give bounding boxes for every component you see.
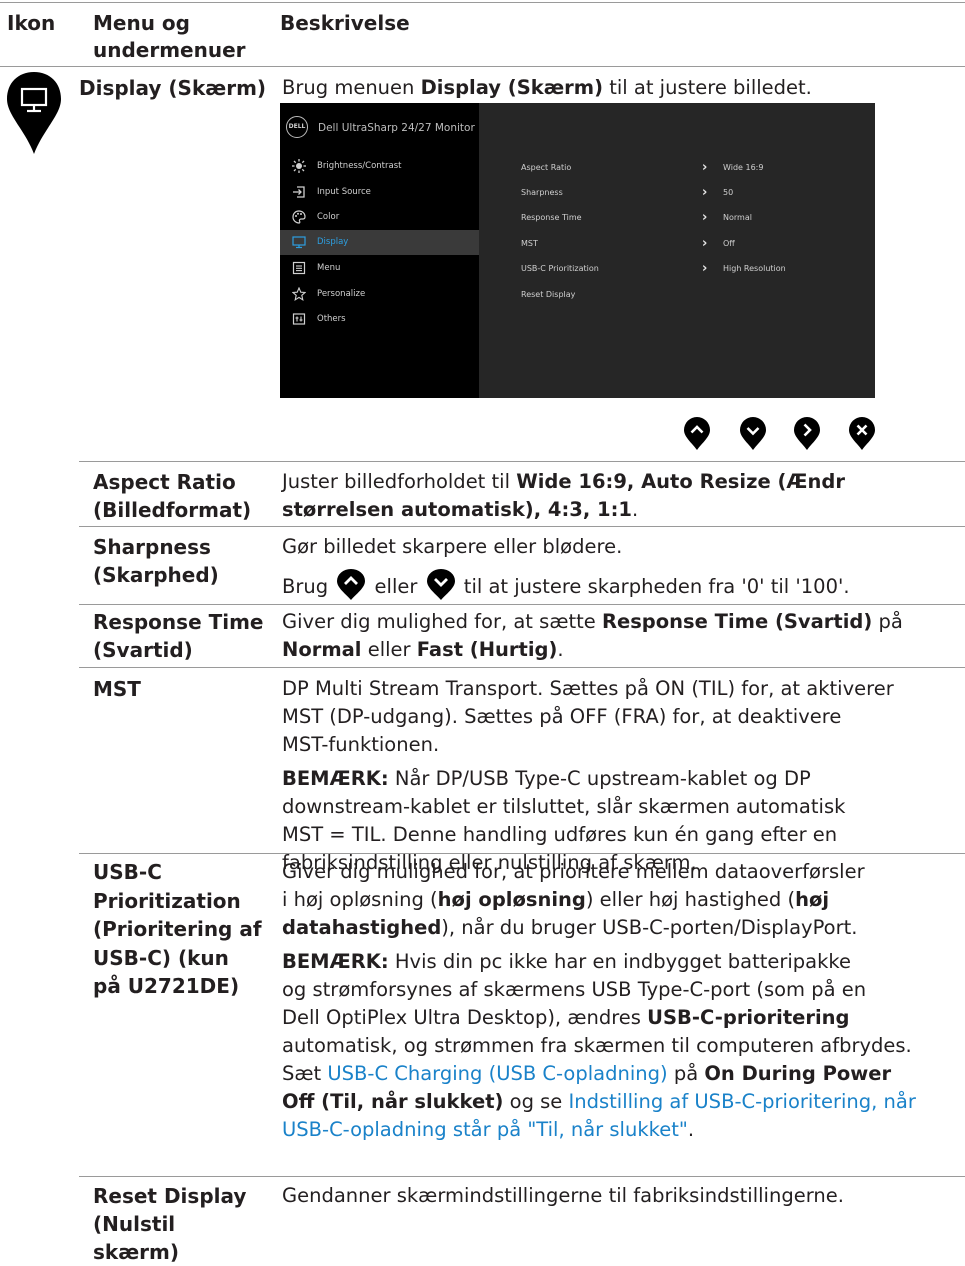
row-rule [79, 461, 965, 462]
header-menu-col-2: undermenuer [93, 38, 246, 62]
mst-description: DP Multi Stream Transport. Sættes på ON … [282, 677, 894, 874]
osd-option-sharpness[interactable]: Sharpness › 50 [521, 185, 733, 200]
dell-logo: DELL [286, 116, 308, 138]
chevron-right-icon: › [702, 236, 708, 251]
osd-option-response-time[interactable]: Response Time › Normal [521, 210, 752, 225]
row-rule [79, 853, 965, 854]
mst-label: MST [93, 677, 141, 701]
close-button-icon[interactable] [847, 417, 877, 451]
display-description: Brug menuen Display (Skærm) til at juste… [282, 76, 812, 99]
osd-option-usbc-prioritization[interactable]: USB-C Prioritization › High Resolution [521, 261, 786, 276]
star-icon [292, 287, 306, 301]
up-button-icon[interactable] [682, 417, 712, 451]
chevron-right-icon: › [702, 185, 708, 200]
row-rule [79, 667, 965, 668]
osd-item-color[interactable]: Color [280, 205, 479, 230]
input-source-icon [293, 186, 305, 198]
osd-item-brightness[interactable]: Brightness/Contrast [280, 154, 479, 179]
aspect-ratio-description: Juster billedforholdet til Wide 16:9, Au… [282, 470, 845, 521]
osd-title: Dell UltraSharp 24/27 Monitor [318, 122, 475, 134]
reset-display-label: Reset Display (Nulstil skærm) [93, 1184, 247, 1264]
chevron-right-icon: › [702, 210, 708, 225]
header-menu-col-1: Menu og [93, 11, 190, 35]
header-rule [0, 66, 965, 67]
osd-option-mst[interactable]: MST › Off [521, 236, 735, 251]
aspect-ratio-label: Aspect Ratio (Billedformat) [93, 470, 252, 522]
row-rule [79, 1176, 965, 1177]
top-rule [0, 2, 965, 3]
osd-menu-screenshot: DELL Dell UltraSharp 24/27 Monitor Brigh… [280, 103, 875, 398]
right-button-icon[interactable] [792, 417, 822, 451]
brightness-icon [292, 159, 306, 173]
reset-display-description: Gendanner skærmindstillingerne til fabri… [282, 1184, 844, 1207]
usbc-prioritization-label: USB-C Prioritization (Prioritering af USB-C… [93, 860, 262, 998]
header-desc-col: Beskrivelse [280, 11, 410, 35]
response-time-label: Response Time (Svartid) [93, 610, 264, 662]
chevron-right-icon: › [702, 160, 708, 175]
osd-item-display[interactable]: Display [280, 230, 479, 255]
down-button-icon [426, 569, 455, 600]
usbc-charging-link[interactable]: USB-C Charging (USB C-opladning) [327, 1062, 673, 1085]
up-button-icon [337, 569, 366, 600]
osd-item-personalize[interactable]: Personalize [280, 282, 479, 307]
response-time-description: Giver dig mulighed for, at sætte Respons… [282, 610, 903, 661]
sharpness-label: Sharpness (Skarphed) [93, 535, 219, 587]
osd-item-menu[interactable]: Menu [280, 256, 479, 281]
osd-item-input-source[interactable]: Input Source [280, 180, 479, 205]
display-menu-icon [7, 72, 61, 154]
chevron-right-icon: › [702, 261, 708, 276]
row-rule [79, 526, 965, 527]
row-rule [79, 604, 965, 605]
menu-list-icon [292, 261, 306, 275]
osd-item-others[interactable]: Others [280, 307, 479, 332]
osd-option-reset-display[interactable]: Reset Display [521, 290, 575, 299]
usbc-priority-setting-link-cont[interactable]: USB-C-opladning står på "Til, når slukke… [282, 1118, 688, 1141]
osd-left-panel: DELL Dell UltraSharp 24/27 Monitor Brigh… [280, 103, 479, 398]
down-button-icon[interactable] [738, 417, 768, 451]
color-palette-icon [292, 210, 306, 224]
header-icon-col: Ikon [7, 11, 56, 35]
sharpness-description-1: Gør billedet skarpere eller blødere. [282, 535, 623, 558]
usbc-prioritization-description: Giver dig mulighed for, at prioritere me… [282, 860, 916, 1141]
sharpness-description-2: Brug eller til at justere skarpheden fra… [282, 569, 850, 601]
display-label: Display (Skærm) [79, 76, 267, 100]
others-icon [292, 313, 306, 325]
usbc-priority-setting-link[interactable]: Indstilling af USB-C-prioritering, når [569, 1090, 916, 1113]
osd-option-aspect-ratio[interactable]: Aspect Ratio › Wide 16:9 [521, 160, 763, 175]
display-icon [292, 236, 306, 249]
